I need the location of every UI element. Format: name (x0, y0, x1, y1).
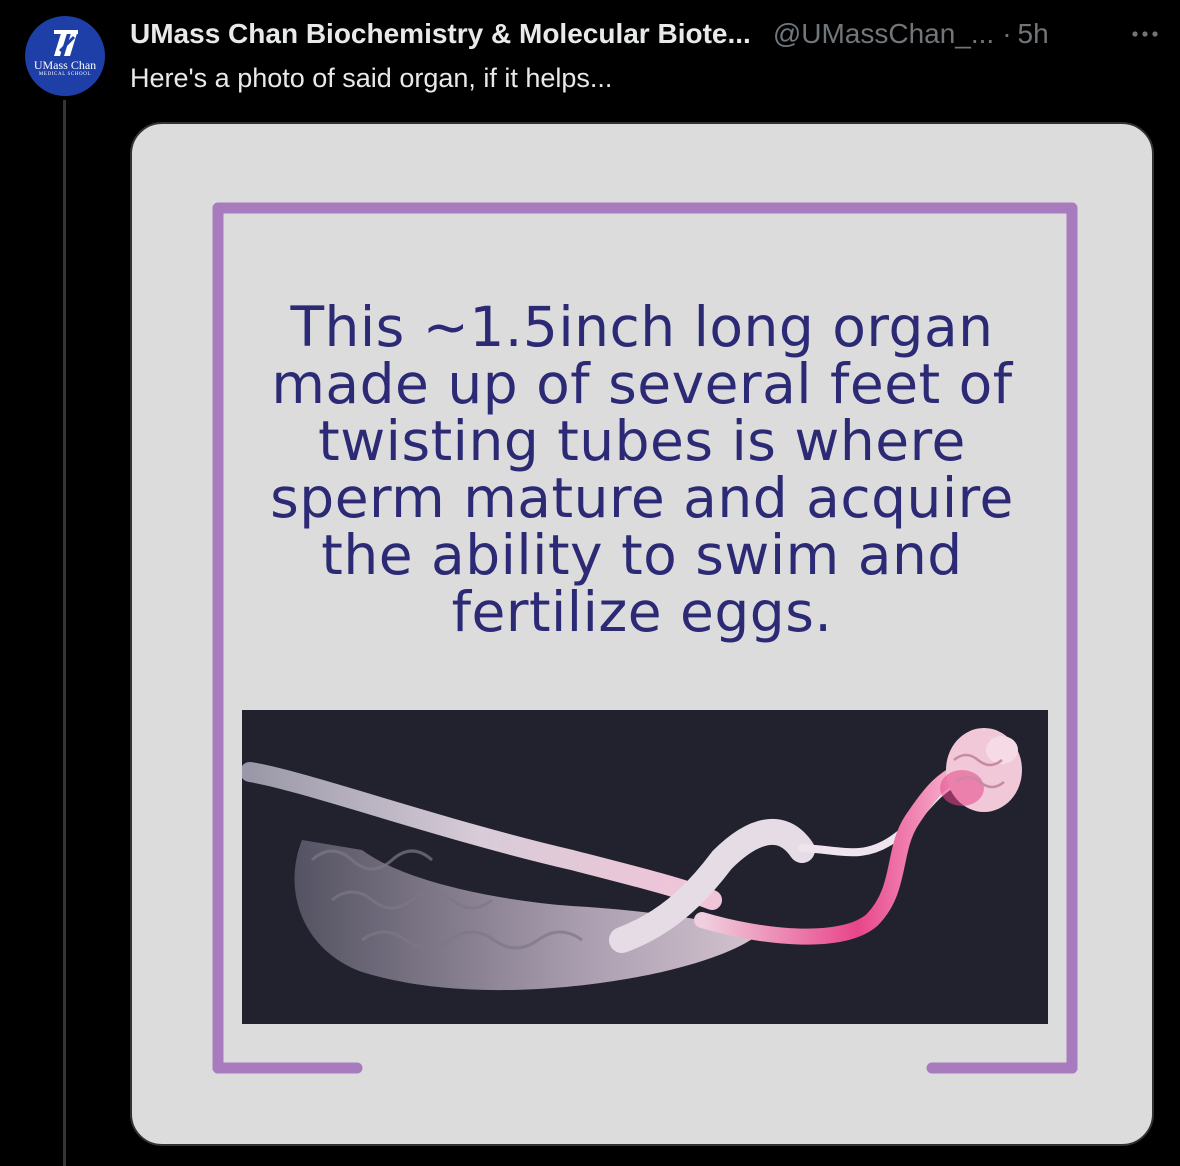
avatar[interactable]: UMass Chan MEDICAL SCHOOL (25, 16, 105, 96)
tweet-media-image[interactable]: This ~1.5inch long organ made up of seve… (130, 122, 1154, 1146)
separator-dot: · (1002, 18, 1012, 49)
display-name[interactable]: UMass Chan Biochemistry & Molecular Biot… (130, 18, 751, 50)
umass-logo-icon (54, 30, 78, 56)
tweet-header: UMass Chan Biochemistry & Molecular Biot… (130, 16, 1160, 52)
tweet[interactable]: UMass Chan MEDICAL SCHOOL UMass Chan Bio… (0, 0, 1180, 1166)
tweet-text: Here's a photo of said organ, if it help… (130, 63, 613, 93)
organ-micrograph (242, 710, 1048, 1024)
avatar-name-text: UMass Chan (33, 58, 97, 72)
thread-line (63, 100, 66, 1166)
avatar-subtitle-text: MEDICAL SCHOOL (38, 72, 92, 77)
image-caption: This ~1.5inch long organ made up of seve… (270, 295, 1014, 644)
timestamp[interactable]: 5h (1018, 18, 1049, 50)
user-handle[interactable]: @UMassChan_... (773, 18, 994, 50)
more-horizontal-icon[interactable] (1130, 24, 1160, 44)
